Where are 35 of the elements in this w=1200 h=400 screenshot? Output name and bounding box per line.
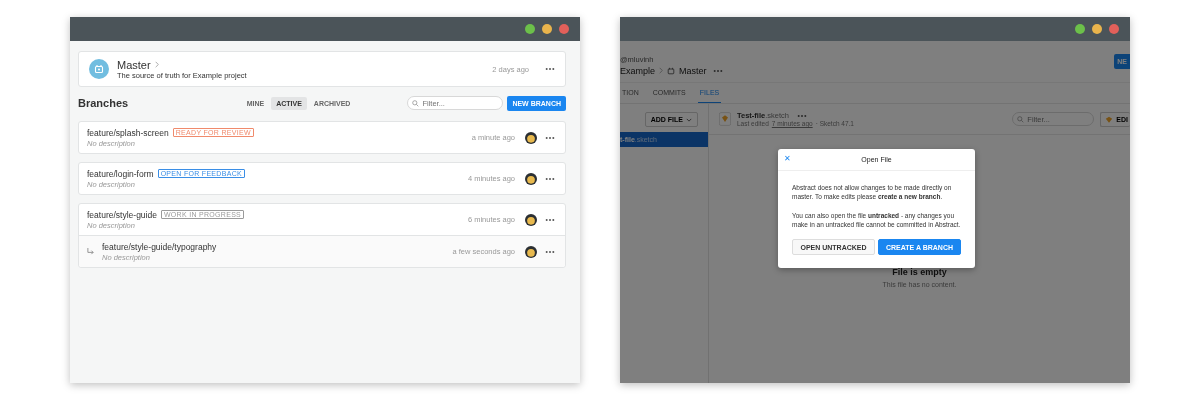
branch-name: feature/login-form	[87, 168, 154, 179]
maximize-button[interactable]	[525, 24, 535, 34]
more-options-icon[interactable]	[796, 113, 807, 118]
caret-icon	[686, 117, 692, 122]
avatar	[525, 172, 537, 185]
more-options-icon[interactable]	[545, 67, 555, 71]
diamond-icon	[1105, 115, 1114, 123]
more-options-icon[interactable]	[545, 176, 555, 181]
branch-name: Master	[679, 65, 707, 76]
child-arrow-icon	[87, 248, 94, 255]
sketch-file-icon	[719, 112, 731, 126]
calendar-icon	[94, 64, 104, 74]
avatar	[525, 245, 537, 258]
chevron-right-icon	[154, 61, 159, 68]
maximize-button[interactable]	[1075, 24, 1085, 34]
branch-name: feature/splash-screen	[87, 127, 169, 138]
branches-heading: Branches	[78, 97, 130, 109]
branch-name: feature/style-guide/typography	[102, 241, 218, 252]
avatar	[525, 131, 537, 144]
calendar-icon	[667, 66, 675, 75]
avatar	[525, 213, 537, 226]
close-button[interactable]	[1109, 24, 1119, 34]
close-button[interactable]	[559, 24, 569, 34]
minimize-button[interactable]	[542, 24, 552, 34]
more-options-icon[interactable]	[545, 135, 555, 140]
branch-name: feature/style-guide	[87, 209, 157, 220]
more-options-icon[interactable]	[712, 68, 723, 73]
more-options-icon[interactable]	[545, 217, 555, 222]
master-title: Master	[117, 58, 151, 71]
close-button[interactable]: ✕	[784, 154, 791, 163]
empty-title: File is empty	[892, 267, 947, 277]
more-options-icon[interactable]	[545, 249, 555, 254]
chevron-right-icon	[659, 67, 663, 74]
minimize-button[interactable]	[1092, 24, 1102, 34]
project-link[interactable]: Example	[620, 65, 655, 76]
